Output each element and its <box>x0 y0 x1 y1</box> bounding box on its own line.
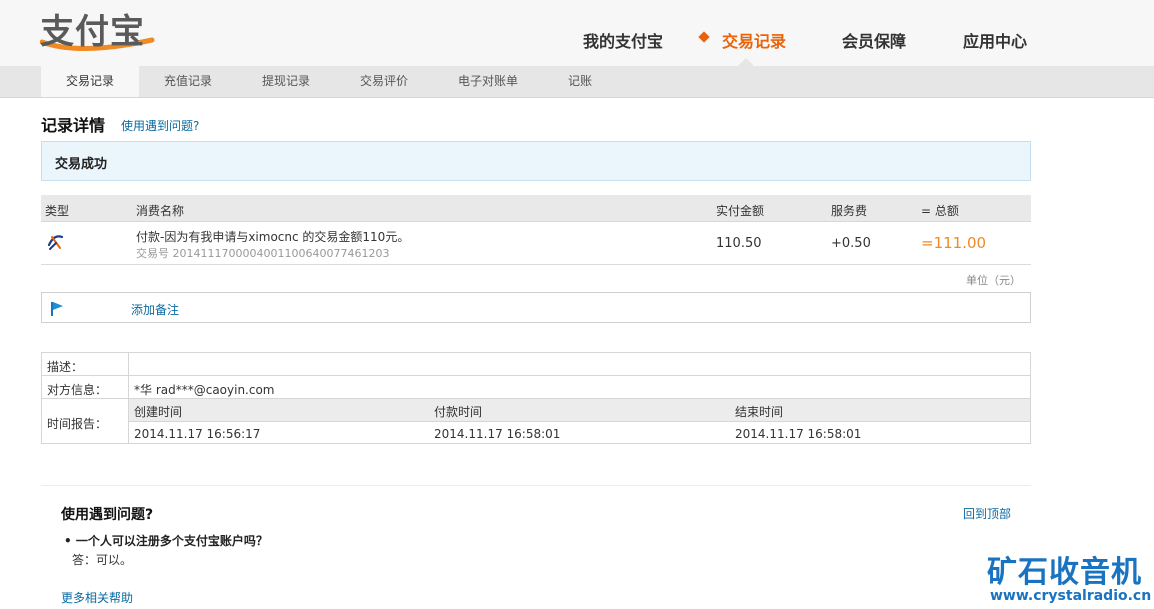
nav-transactions[interactable]: 交易记录 <box>698 28 787 52</box>
help-link[interactable]: 使用遇到问题? <box>121 117 199 134</box>
payment-type-icon <box>47 235 64 250</box>
faq-question[interactable]: • 一个人可以注册多个支付宝账户吗？ <box>64 532 268 549</box>
subnav-reviews[interactable]: 交易评价 <box>335 66 433 97</box>
row-divider <box>42 375 1030 376</box>
nav-active-dot-icon <box>698 31 710 43</box>
total-amount: =111.00 <box>921 234 987 252</box>
top-header: 支付宝 我的支付宝 交易记录 会员保障 应用中心 <box>0 0 1154 66</box>
more-help-link[interactable]: 更多相关帮助 <box>61 589 133 606</box>
page-title: 记录详情 <box>41 116 106 135</box>
col-type: 类型 <box>45 204 70 218</box>
transaction-name: 付款-因为有我申请与ximocnc 的交易金额110元。 <box>136 230 410 244</box>
flag-icon <box>51 302 63 316</box>
faq-answer: 答：可以。 <box>72 553 133 567</box>
end-time-value: 2014.11.17 16:58:01 <box>735 427 862 441</box>
nav-my-alipay[interactable]: 我的支付宝 <box>583 28 663 52</box>
transaction-table-header: 类型 消费名称 实付金额 服务费 = 总额 <box>41 195 1031 222</box>
counterparty-label: 对方信息： <box>47 383 108 397</box>
back-to-top-link[interactable]: 回到顶部 <box>963 505 1011 522</box>
created-time-header: 创建时间 <box>134 405 183 419</box>
time-report-label: 时间报告： <box>47 417 108 431</box>
paid-amount: 110.50 <box>716 236 762 251</box>
nav-transactions-label: 交易记录 <box>722 32 787 51</box>
end-time-header: 结束时间 <box>735 405 784 419</box>
subnav-bookkeeping[interactable]: 记账 <box>543 66 617 97</box>
subnav-statement[interactable]: 电子对账单 <box>433 66 543 97</box>
counterparty-value: *华 rad***@caoyin.com <box>134 383 275 397</box>
subnav-transactions[interactable]: 交易记录 <box>41 66 139 97</box>
nav-app-center[interactable]: 应用中心 <box>963 28 1027 52</box>
subnav-recharge[interactable]: 充值记录 <box>139 66 237 97</box>
footer-divider <box>41 485 1031 486</box>
paid-time-value: 2014.11.17 16:58:01 <box>434 427 561 441</box>
nav-caret-icon <box>738 58 754 66</box>
table-row: 付款-因为有我申请与ximocnc 的交易金额110元。 交易号 2014111… <box>41 222 1031 265</box>
faq-title: 使用遇到问题? <box>61 507 154 523</box>
nav-member-protection[interactable]: 会员保障 <box>842 28 906 52</box>
details-table: 描述： 对方信息： *华 rad***@caoyin.com 时间报告： 创建时… <box>41 352 1031 444</box>
add-remark-link[interactable]: 添加备注 <box>131 301 179 318</box>
status-text: 交易成功 <box>55 157 108 172</box>
status-box: 交易成功 <box>41 141 1031 181</box>
col-total: = 总额 <box>921 204 959 218</box>
service-fee: +0.50 <box>831 236 871 251</box>
alipay-logo[interactable]: 支付宝 <box>40 6 160 52</box>
col-paid: 实付金额 <box>716 204 765 218</box>
currency-unit: 单位（元） <box>966 274 1021 287</box>
subnav-withdraw[interactable]: 提现记录 <box>237 66 335 97</box>
trade-number: 交易号 2014111700004001100640077461203 <box>136 247 390 260</box>
col-name: 消费名称 <box>136 204 185 218</box>
paid-time-header: 付款时间 <box>434 405 483 419</box>
col-fee: 服务费 <box>831 204 868 218</box>
logo-text: 支付宝 <box>40 12 145 52</box>
watermark-text: 矿石收音机 <box>987 555 1142 590</box>
watermark-url: www.crystalradio.cn <box>990 588 1152 604</box>
time-header-row: 创建时间 付款时间 结束时间 <box>129 399 1030 422</box>
description-label: 描述： <box>47 360 84 374</box>
created-time-value: 2014.11.17 16:56:17 <box>134 427 261 441</box>
sub-nav: 交易记录 充值记录 提现记录 交易评价 电子对账单 记账 <box>0 66 1154 98</box>
remark-box: 添加备注 <box>41 292 1031 323</box>
